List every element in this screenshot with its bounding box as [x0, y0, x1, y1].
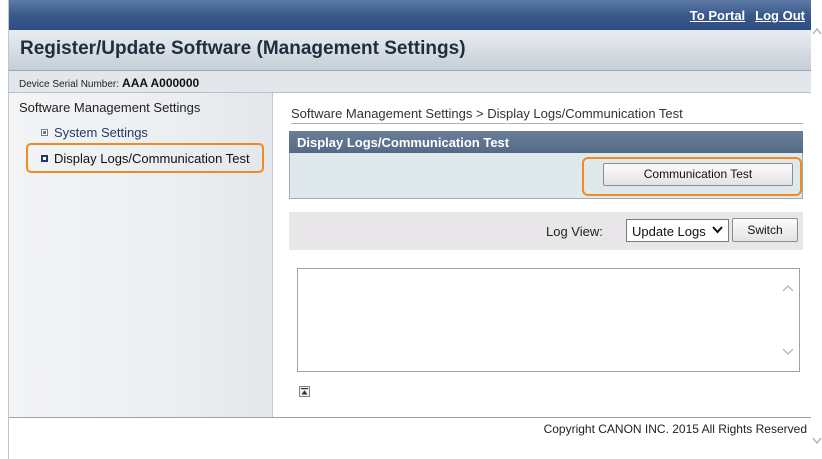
breadcrumb: Software Management Settings > Display L…	[291, 106, 683, 121]
bullet-square-icon	[41, 129, 48, 136]
log-out-link[interactable]: Log Out	[755, 8, 805, 23]
chevron-down-icon	[712, 222, 723, 241]
top-navigation-bar: To Portal Log Out	[9, 0, 811, 30]
sidebar-item-display-logs[interactable]: Display Logs/Communication Test	[41, 151, 250, 166]
page-scroll-down-icon[interactable]	[812, 432, 822, 448]
panel-title: Display Logs/Communication Test	[297, 135, 510, 150]
log-view-bar: Log View: Update Logs Switch	[289, 212, 803, 250]
breadcrumb-divider	[291, 123, 803, 124]
communication-test-button[interactable]: Communication Test	[603, 163, 793, 186]
app-window: To Portal Log Out Register/Update Softwar…	[8, 0, 811, 459]
sidebar-item-label: Display Logs/Communication Test	[54, 151, 250, 166]
scroll-down-icon[interactable]	[782, 343, 794, 359]
serial-number-label: Device Serial Number: AAA A000000	[19, 76, 199, 90]
log-text-area[interactable]	[297, 268, 800, 372]
page-scroll-up-icon[interactable]	[812, 22, 822, 38]
log-view-select[interactable]: Update Logs	[626, 219, 729, 242]
log-view-selected-value: Update Logs	[632, 224, 706, 239]
sidebar-heading: Software Management Settings	[19, 100, 201, 115]
sidebar: Software Management Settings System Sett…	[9, 93, 273, 417]
top-links: To Portal Log Out	[680, 8, 805, 23]
serial-label-text: Device Serial Number:	[19, 79, 120, 90]
serial-bar: Device Serial Number: AAA A000000	[9, 71, 811, 93]
back-to-top-icon[interactable]	[299, 386, 310, 397]
title-band: Register/Update Software (Management Set…	[9, 30, 811, 71]
switch-button[interactable]: Switch	[732, 218, 798, 242]
footer-divider	[9, 417, 811, 418]
panel-body: Communication Test	[289, 153, 803, 199]
scroll-up-icon[interactable]	[782, 279, 794, 295]
serial-number-value: AAA A000000	[122, 76, 200, 90]
page-title: Register/Update Software (Management Set…	[20, 38, 466, 59]
log-view-label: Log View:	[546, 224, 603, 239]
to-portal-link[interactable]: To Portal	[690, 8, 745, 23]
panel-header: Display Logs/Communication Test	[289, 131, 803, 153]
bullet-square-icon	[41, 155, 48, 162]
sidebar-item-label: System Settings	[54, 125, 148, 140]
copyright-text: Copyright CANON INC. 2015 All Rights Res…	[543, 422, 807, 436]
sidebar-item-system-settings[interactable]: System Settings	[41, 125, 148, 140]
